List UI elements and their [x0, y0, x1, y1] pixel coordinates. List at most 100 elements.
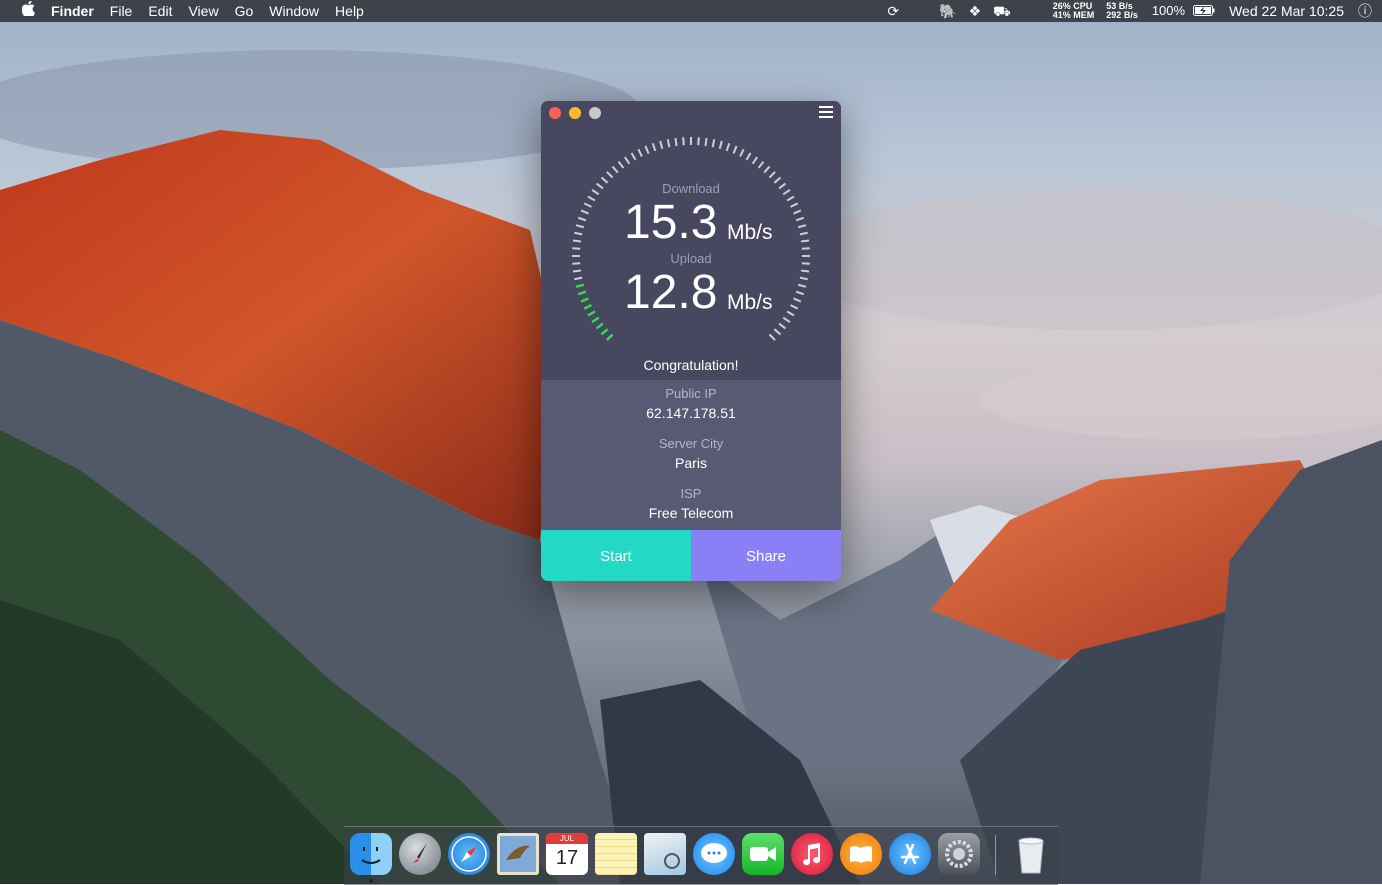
gauge-tick-active — [575, 283, 585, 288]
gauge-tick — [778, 322, 787, 330]
download-unit: Mb/s — [727, 221, 773, 244]
gauge-tick — [790, 304, 799, 310]
gauge-tick — [773, 328, 782, 336]
gauge-tick — [786, 310, 795, 317]
gauge-tick-active — [595, 322, 604, 330]
menu-edit[interactable]: Edit — [140, 0, 180, 22]
itunes-icon[interactable] — [791, 833, 833, 875]
menu-bar: Finder File Edit View Go Window Help ⟳ 🐘… — [0, 0, 1382, 22]
gauge-tick — [611, 165, 619, 174]
menu-go[interactable]: Go — [227, 0, 262, 22]
gauge-tick — [674, 137, 678, 147]
battery-icon[interactable] — [1187, 0, 1221, 22]
gauge-tick — [704, 137, 708, 147]
launchpad-icon[interactable] — [399, 833, 441, 875]
network-monitor[interactable]: 53 B/s 292 B/s — [1100, 2, 1144, 20]
dock-separator — [995, 835, 996, 875]
apple-menu-icon[interactable] — [0, 0, 43, 22]
mem-usage: 41% MEM — [1052, 10, 1095, 20]
gauge-tick — [800, 239, 810, 243]
status-message: Congratulation! — [643, 357, 739, 373]
dropbox-icon[interactable]: ❖ — [963, 0, 988, 22]
gauge-tick-active — [600, 328, 609, 336]
speedtest-window: Download 15.3 Mb/s Upload 12.8 Mb/s Cong… — [541, 101, 841, 581]
menu-app-name[interactable]: Finder — [43, 0, 102, 22]
gauge-tick — [606, 171, 614, 179]
finder-running-indicator — [369, 879, 373, 883]
gauge-tick-active — [583, 304, 592, 310]
preview-icon[interactable] — [644, 833, 686, 875]
gauge-tick — [801, 247, 810, 250]
app-store-icon[interactable] — [889, 833, 931, 875]
gauge-tick — [751, 156, 758, 165]
upload-value: 12.8 — [624, 266, 718, 319]
trash-icon[interactable] — [1010, 833, 1052, 875]
gauge-tick — [757, 160, 765, 169]
gauge-tick — [577, 216, 587, 222]
gauge-tick — [795, 216, 805, 222]
gauge-tick — [574, 231, 583, 236]
gauge-tick — [572, 269, 582, 273]
gauge-tick — [797, 283, 807, 288]
gauge-tick — [799, 276, 808, 281]
gauge-tick — [659, 140, 664, 150]
gauge-tick — [575, 224, 585, 229]
gauge-tick-active — [591, 316, 600, 324]
gauge-tick-active — [580, 297, 589, 303]
clock[interactable]: Wed 22 Mar 10:25 — [1221, 0, 1352, 22]
gauge-tick — [651, 142, 657, 152]
menu-window[interactable]: Window — [261, 0, 327, 22]
cpu-mem-monitor[interactable]: 26% CPU 41% MEM — [1047, 2, 1101, 20]
public-ip-label: Public IP — [665, 386, 717, 401]
gauge-tick — [768, 333, 776, 341]
notes-icon[interactable] — [595, 833, 637, 875]
share-button[interactable]: Share — [691, 530, 841, 581]
calendar-icon[interactable]: JUL 17 — [546, 833, 588, 875]
gauge-tick — [572, 247, 581, 250]
gauge-tick — [725, 142, 731, 152]
isp-value: Free Telecom — [648, 505, 734, 521]
gauge-tick — [745, 152, 752, 161]
safari-icon[interactable] — [448, 833, 490, 875]
gauge-tick — [697, 137, 700, 146]
gauge-tick — [793, 297, 802, 303]
server-city-label: Server City — [658, 436, 724, 451]
isp-label: ISP — [680, 486, 702, 501]
sync-icon[interactable]: ⟳ — [881, 0, 905, 22]
status-bar-right: ⟳ 🐘 ❖ ⛟ 26% CPU 41% MEM 53 B/s 292 B/s 1… — [881, 0, 1382, 22]
gauge-tick — [786, 195, 795, 202]
ibooks-icon[interactable] — [840, 833, 882, 875]
menu-file[interactable]: File — [102, 0, 141, 22]
messages-icon[interactable] — [693, 833, 735, 875]
server-city-value: Paris — [675, 455, 707, 471]
gauge-tick — [644, 145, 650, 154]
gauge-tick — [797, 224, 807, 229]
start-button[interactable]: Start — [541, 530, 691, 581]
mail-icon[interactable] — [497, 833, 539, 875]
gauge-tick — [587, 195, 596, 202]
transmit-icon[interactable]: ⛟ — [987, 0, 1017, 22]
gauge-tick-active — [577, 290, 587, 296]
notification-center-icon[interactable]: ⓘ — [1352, 0, 1382, 22]
menu-help[interactable]: Help — [327, 0, 372, 22]
gauge-tick — [739, 148, 745, 157]
finder-icon[interactable] — [350, 833, 392, 875]
gauge-tick — [580, 209, 589, 215]
gauge-tick — [617, 160, 625, 169]
gauge-tick — [790, 202, 799, 208]
dock: JUL 17 — [344, 826, 1058, 885]
gauge-tick — [711, 139, 716, 148]
menu-view[interactable]: View — [180, 0, 226, 22]
public-ip-value: 62.147.178.51 — [646, 405, 736, 421]
calendar-day: 17 — [555, 847, 579, 869]
facetime-icon[interactable] — [742, 833, 784, 875]
gauge-tick — [630, 152, 637, 161]
battery-percentage[interactable]: 100% — [1144, 0, 1187, 22]
gauge-tick — [572, 239, 582, 243]
gauge-tick — [782, 316, 791, 323]
gauge-tick — [732, 145, 738, 154]
system-preferences-icon[interactable] — [938, 833, 980, 875]
gauge-tick — [795, 290, 805, 296]
gauge-tick — [799, 231, 808, 236]
evernote-icon[interactable]: 🐘 — [933, 0, 962, 22]
